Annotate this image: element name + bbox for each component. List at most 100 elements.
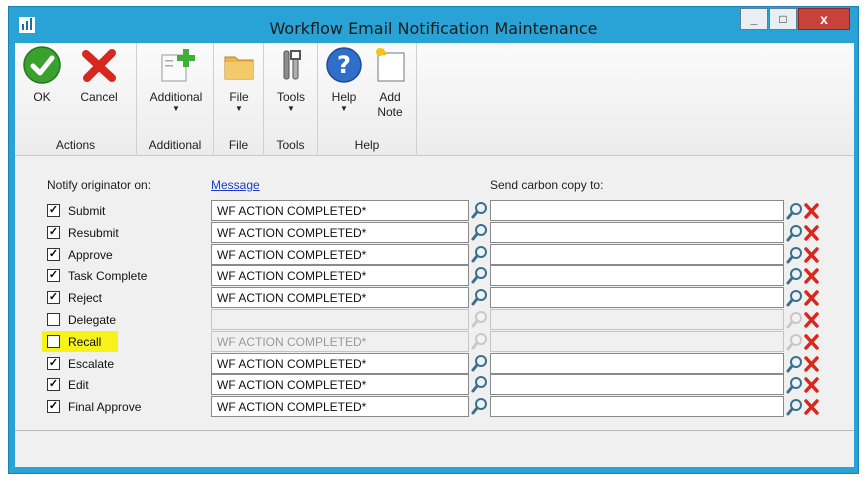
message-field[interactable]: WF ACTION COMPLETED* [211, 396, 469, 418]
cc-lookup-icon[interactable] [785, 354, 803, 374]
delete-icon[interactable] [803, 375, 820, 395]
cc-field[interactable] [490, 352, 784, 374]
message-lookup-icon[interactable] [470, 396, 490, 417]
dropdown-arrow-icon: ▼ [340, 104, 348, 113]
additional-button[interactable]: Additional ▼ [143, 45, 209, 113]
cc-lookup-icon[interactable] [785, 288, 803, 308]
ribbon-group-help: ? Help ▼ Add Note Help [318, 43, 417, 156]
event-label: Reject [68, 291, 103, 306]
notify-checkbox[interactable]: ✓ [47, 247, 60, 261]
cc-lookup-icon[interactable] [785, 266, 803, 286]
add-window-icon [156, 45, 196, 85]
delete-icon[interactable] [803, 245, 820, 265]
cc-field[interactable] [490, 396, 784, 418]
cc-lookup-icon[interactable] [785, 375, 803, 395]
event-label: Edit [68, 378, 89, 393]
message-lookup-icon[interactable] [470, 244, 490, 265]
cc-field[interactable] [490, 221, 784, 243]
title-bar[interactable]: Workflow Email Notification Maintenance … [9, 7, 858, 43]
delete-icon[interactable] [803, 310, 820, 330]
message-lookup-icon[interactable] [470, 374, 490, 395]
ribbon-group-file: File ▼ File [214, 43, 264, 156]
folder-icon [219, 45, 259, 85]
cancel-button[interactable]: Cancel [71, 45, 127, 105]
cc-field[interactable] [490, 287, 784, 309]
event-label: Escalate [68, 356, 115, 371]
message-field[interactable]: WF ACTION COMPLETED* [211, 287, 469, 309]
cc-field[interactable] [490, 330, 784, 352]
minimize-button[interactable]: _ [740, 8, 768, 30]
file-button[interactable]: File ▼ [219, 45, 259, 113]
group-label-help: Help [354, 138, 380, 152]
tools-button[interactable]: Tools ▼ [270, 45, 312, 113]
group-label-file: File [228, 138, 249, 152]
cc-header: Send carbon copy to: [490, 178, 604, 192]
notify-checkbox[interactable]: ✓ [47, 400, 60, 414]
notification-row: ✓ Edit WF ACTION COMPLETED* [17, 374, 852, 396]
notification-row: Recall WF ACTION COMPLETED* [17, 330, 852, 352]
notify-checkbox[interactable]: ✓ [47, 356, 60, 370]
message-lookup-icon[interactable] [470, 309, 490, 330]
delete-icon[interactable] [803, 397, 820, 417]
message-link[interactable]: Message [211, 178, 260, 192]
cc-field[interactable] [490, 309, 784, 330]
delete-icon[interactable] [803, 223, 820, 243]
message-lookup-icon[interactable] [470, 265, 490, 286]
notification-row: ✓ Submit WF ACTION COMPLETED* [17, 200, 852, 221]
cc-lookup-icon[interactable] [785, 223, 803, 243]
notify-checkbox[interactable] [47, 313, 60, 326]
cc-lookup-icon[interactable] [785, 245, 803, 265]
help-icon: ? [324, 45, 364, 85]
message-lookup-icon[interactable] [470, 222, 490, 243]
add-note-button[interactable]: Add Note [368, 45, 412, 120]
delete-icon[interactable] [803, 288, 820, 308]
notify-checkbox[interactable]: ✓ [47, 291, 60, 305]
add-note-label-line2: Note [377, 105, 403, 119]
help-button[interactable]: ? Help ▼ [324, 45, 364, 113]
dropdown-arrow-icon: ▼ [235, 104, 243, 113]
cc-lookup-icon[interactable] [785, 201, 803, 221]
cc-lookup-icon[interactable] [785, 397, 803, 417]
ribbon: OK Cancel Actions Additional ▼ Additiona… [15, 43, 854, 156]
status-bar [15, 430, 854, 464]
message-field[interactable]: WF ACTION COMPLETED* [211, 265, 469, 287]
maximize-button[interactable]: □ [769, 8, 797, 30]
message-field[interactable]: WF ACTION COMPLETED* [211, 243, 469, 265]
message-field[interactable]: WF ACTION COMPLETED* [211, 374, 469, 396]
ribbon-group-additional: Additional ▼ Additional [137, 43, 214, 156]
cc-field[interactable] [490, 200, 784, 221]
delete-icon[interactable] [803, 266, 820, 286]
additional-label: Additional [149, 90, 203, 104]
event-label: Submit [68, 204, 106, 218]
cc-lookup-icon[interactable] [785, 310, 803, 330]
message-field[interactable] [211, 309, 469, 330]
notify-checkbox[interactable]: ✓ [47, 378, 60, 392]
notification-row: ✓ Task Complete WF ACTION COMPLETED* [17, 265, 852, 287]
message-field[interactable]: WF ACTION COMPLETED* [211, 200, 469, 221]
checkmark-icon [22, 45, 62, 85]
delete-icon[interactable] [803, 354, 820, 374]
note-icon [370, 45, 410, 85]
cc-lookup-icon[interactable] [785, 332, 803, 352]
cc-field[interactable] [490, 243, 784, 265]
dropdown-arrow-icon: ▼ [287, 104, 295, 113]
notify-checkbox[interactable] [47, 334, 60, 348]
ok-button[interactable]: OK [21, 45, 63, 105]
message-lookup-icon[interactable] [470, 353, 490, 374]
message-lookup-icon[interactable] [470, 331, 490, 352]
cc-field[interactable] [490, 374, 784, 396]
window-title: Workflow Email Notification Maintenance [269, 19, 598, 38]
cc-field[interactable] [490, 265, 784, 287]
delete-icon[interactable] [803, 332, 820, 352]
message-field[interactable]: WF ACTION COMPLETED* [211, 221, 469, 243]
message-lookup-icon[interactable] [470, 287, 490, 308]
message-field[interactable]: WF ACTION COMPLETED* [211, 330, 469, 352]
notification-row: ✓ Resubmit WF ACTION COMPLETED* [17, 221, 852, 243]
notify-checkbox[interactable]: ✓ [47, 204, 60, 217]
message-field[interactable]: WF ACTION COMPLETED* [211, 352, 469, 374]
notify-checkbox[interactable]: ✓ [47, 269, 60, 283]
close-button[interactable]: x [798, 8, 850, 30]
notify-checkbox[interactable]: ✓ [47, 225, 60, 239]
message-lookup-icon[interactable] [470, 200, 490, 221]
delete-icon[interactable] [803, 201, 820, 221]
